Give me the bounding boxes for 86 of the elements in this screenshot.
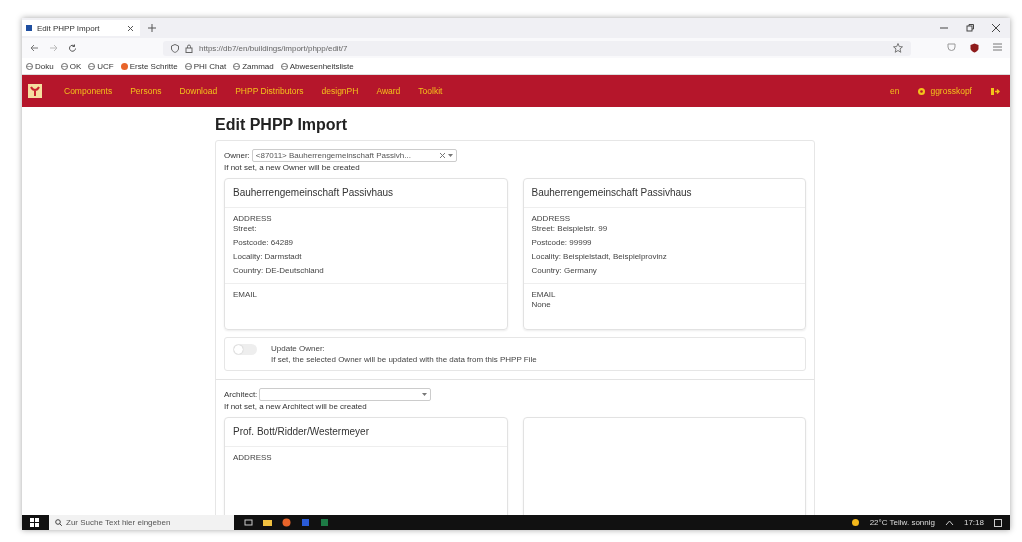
card-title: Prof. Bott/Ridder/Westermeyer — [225, 418, 507, 447]
minimize-icon[interactable] — [940, 24, 948, 32]
clock-text: 17:18 — [963, 518, 984, 527]
toggle-switch[interactable] — [233, 344, 257, 355]
nav-link[interactable]: Toolkit — [418, 86, 443, 96]
search-field[interactable]: Zur Suche Text hier eingeben — [49, 515, 234, 530]
task-view-icon[interactable] — [244, 518, 253, 527]
section-label: ADDRESS — [233, 214, 273, 223]
language-link[interactable]: en — [889, 86, 900, 96]
restore-icon[interactable] — [966, 24, 974, 32]
nav-link[interactable]: Persons — [130, 86, 162, 96]
address-line: Country: DE-Deutschland — [233, 266, 325, 275]
bookmark-link[interactable]: Zammad — [233, 61, 274, 71]
address-line: Street: Beispielstr. 99 — [531, 224, 609, 233]
folder-icon[interactable] — [263, 518, 272, 527]
section-label: EMAIL — [233, 290, 258, 299]
close-icon[interactable] — [992, 24, 1000, 32]
card-title: Bauherrengemeinschaft Passivhaus — [225, 179, 507, 208]
nav-link[interactable]: Award — [376, 86, 401, 96]
star-icon[interactable] — [893, 43, 903, 53]
section-label: ADDRESS — [233, 453, 273, 462]
clear-icon[interactable] — [439, 153, 445, 158]
reload-icon[interactable] — [68, 43, 77, 53]
windows-icon[interactable] — [30, 518, 39, 527]
tray-icon[interactable] — [944, 518, 954, 527]
gear-icon — [917, 86, 927, 96]
firefox-icon — [120, 62, 128, 70]
page-title: Edit PHPP Import — [215, 116, 349, 134]
browser-tab[interactable]: Edit PHPP Import — [22, 20, 140, 36]
address-line: Locality: Beispielstadt, Beispielprovinz — [531, 252, 668, 261]
favicon-icon — [26, 25, 32, 31]
logout-icon[interactable] — [990, 86, 1000, 96]
plus-icon[interactable] — [148, 24, 156, 32]
hint-text: If not set, a new Architect will be created — [224, 402, 368, 411]
toggle-description: If set, the selected Owner will be updated with the data from this PHPP File — [271, 355, 537, 364]
card-title: Bauherrengemeinschaft Passivhaus — [523, 179, 805, 208]
app-icon[interactable] — [301, 518, 310, 527]
globe-icon — [26, 62, 33, 70]
url-text: https://db7/en/buildings/import/phpp/edit/7 — [199, 43, 348, 53]
bookmark-link[interactable]: Doku — [26, 61, 54, 71]
section-label: EMAIL — [531, 290, 557, 299]
nav-link[interactable]: Components — [64, 86, 113, 96]
globe-icon — [280, 62, 288, 70]
address-line: Locality: Darmstadt — [233, 252, 303, 261]
sun-icon — [850, 518, 860, 527]
bookmark-link[interactable]: PHI Chat — [184, 61, 227, 71]
address-line: Postcode: 99999 — [531, 238, 593, 247]
select-field[interactable]: <87011> Bauherrengemeinschaft Passivh... — [251, 149, 457, 162]
field-label: Owner: — [224, 151, 250, 160]
user-link[interactable]: ggrosskopf — [917, 86, 972, 96]
globe-icon — [233, 62, 241, 70]
nav-link[interactable]: PHPP Distributors — [235, 86, 304, 96]
shield-icon[interactable] — [970, 43, 979, 53]
email-value: None — [531, 300, 552, 309]
shield-icon — [171, 43, 179, 53]
close-icon — [127, 24, 134, 32]
address-line: Street: — [233, 224, 258, 233]
globe-icon — [60, 62, 68, 70]
globe-icon — [88, 62, 96, 70]
globe-icon — [184, 62, 192, 70]
lock-icon — [185, 43, 193, 53]
back-icon[interactable] — [30, 44, 39, 52]
firefox-icon[interactable] — [282, 518, 291, 527]
spreadsheet-icon[interactable] — [320, 518, 329, 527]
section-label: ADDRESS — [531, 214, 572, 223]
caret-icon — [422, 393, 428, 396]
bookmark-link[interactable]: UCF — [88, 61, 114, 71]
notification-icon[interactable] — [994, 518, 1002, 527]
address-line: Country: Germany — [531, 266, 598, 275]
search-icon — [55, 519, 62, 526]
tab-title: Edit PHPP Import — [37, 23, 101, 33]
pocket-icon[interactable] — [947, 43, 956, 52]
select-field[interactable] — [259, 388, 432, 401]
toggle-label: Update Owner: — [271, 344, 326, 353]
logo-icon[interactable] — [28, 84, 42, 98]
nav-link[interactable]: Download — [179, 86, 218, 96]
field-label: Architect: — [224, 390, 258, 399]
bookmark-link[interactable]: Erste Schritte — [120, 61, 178, 71]
weather-text: 22°C Teilw. sonnig — [869, 518, 935, 527]
hint-text: If not set, a new Owner will be created — [224, 163, 361, 172]
address-bar[interactable]: https://db7/en/buildings/import/phpp/edit/7 — [163, 40, 911, 56]
bookmark-link[interactable]: Abwesenheitsliste — [280, 61, 354, 71]
bookmark-link[interactable]: OK — [60, 61, 82, 71]
caret-icon — [447, 154, 453, 157]
address-line: Postcode: 64289 — [233, 238, 295, 247]
nav-link[interactable]: designPH — [321, 86, 359, 96]
